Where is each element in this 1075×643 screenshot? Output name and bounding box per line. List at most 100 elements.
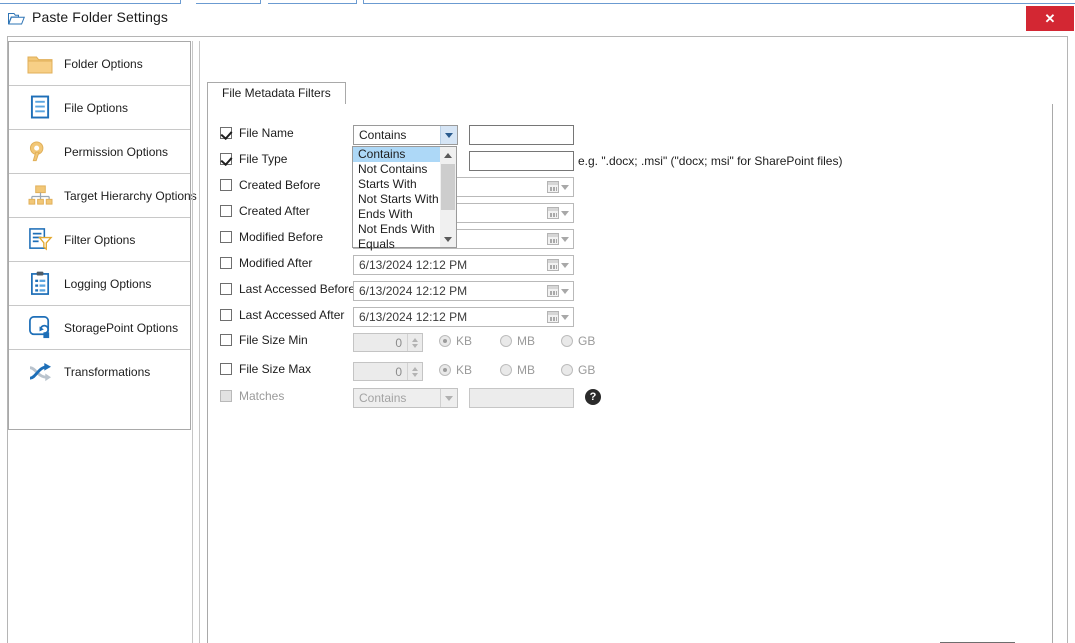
calendar-icon	[547, 285, 559, 297]
folder-icon	[23, 53, 57, 75]
filter-label: Modified Before	[239, 230, 323, 244]
spinner-buttons[interactable]	[407, 363, 422, 380]
unit-radio-group-max: KB MB GB	[439, 363, 595, 377]
filter-label: File Type	[239, 152, 287, 166]
checkbox-file-name[interactable]: File Name	[220, 126, 294, 140]
radio-label: KB	[456, 334, 472, 348]
dropdown-scrollbar[interactable]	[440, 147, 456, 247]
radio-gb-max[interactable]: GB	[561, 363, 595, 377]
spinner-buttons[interactable]	[407, 334, 422, 351]
date-picker-last-accessed-before[interactable]: 6/13/2024 12:12 PM	[353, 281, 574, 301]
calendar-dropdown-button[interactable]	[543, 204, 573, 222]
sidebar-item-transformations[interactable]: Transformations	[9, 350, 190, 394]
chevron-up-icon	[444, 153, 452, 158]
spinner-down-icon	[412, 373, 418, 377]
calendar-icon	[547, 181, 559, 193]
sidebar-item-label: Folder Options	[57, 57, 143, 71]
storagepoint-icon	[23, 315, 57, 340]
sidebar-item-filter-options[interactable]: Filter Options	[9, 218, 190, 262]
radio-label: MB	[517, 334, 535, 348]
spinner-file-size-max[interactable]: 0	[353, 362, 423, 381]
scroll-down-button[interactable]	[440, 231, 456, 247]
folder-open-icon	[8, 11, 25, 26]
title-bar: Paste Folder Settings ✕	[0, 5, 1075, 32]
close-icon: ✕	[1045, 12, 1056, 25]
checkbox-file-type[interactable]: File Type	[220, 152, 287, 166]
calendar-dropdown-button[interactable]	[543, 308, 573, 326]
calendar-dropdown-button[interactable]	[543, 178, 573, 196]
radio-mb-max[interactable]: MB	[500, 363, 535, 377]
sidebar-item-logging-options[interactable]: Logging Options	[9, 262, 190, 306]
checkbox-box	[220, 205, 232, 217]
checkbox-matches: Matches	[220, 389, 284, 403]
calendar-dropdown-button[interactable]	[543, 282, 573, 300]
checkbox-modified-after[interactable]: Modified After	[220, 256, 312, 270]
value-input-file-name[interactable]	[469, 125, 574, 145]
calendar-icon	[547, 233, 559, 245]
calendar-icon	[547, 259, 559, 271]
sidebar-item-permission-options[interactable]: Permission Options	[9, 130, 190, 174]
chevron-down-icon	[440, 389, 457, 407]
scrollbar-thumb[interactable]	[441, 164, 455, 210]
filter-label: File Name	[239, 126, 294, 140]
filter-label: Modified After	[239, 256, 312, 270]
calendar-dropdown-button[interactable]	[543, 256, 573, 274]
filter-label: File Size Max	[239, 362, 311, 376]
spinner-up-icon	[412, 338, 418, 342]
date-value: 6/13/2024 12:12 PM	[354, 284, 543, 298]
tab-file-metadata-filters[interactable]: File Metadata Filters	[207, 82, 346, 105]
radio-gb-min[interactable]: GB	[561, 334, 595, 348]
unit-radio-group-min: KB MB GB	[439, 334, 595, 348]
checkbox-file-size-min[interactable]: File Size Min	[220, 333, 308, 347]
radio-kb-min[interactable]: KB	[439, 334, 472, 348]
checkbox-last-accessed-after[interactable]: Last Accessed After	[220, 308, 344, 322]
file-lines-icon	[23, 95, 57, 120]
date-picker-modified-after[interactable]: 6/13/2024 12:12 PM	[353, 255, 574, 275]
checkbox-box	[220, 153, 232, 165]
checkbox-created-before[interactable]: Created Before	[220, 178, 320, 192]
file-metadata-filters-panel: File Name Contains File Type e.g. "	[207, 104, 1053, 643]
spinner-file-size-min[interactable]: 0	[353, 333, 423, 352]
options-sidebar: Folder Options File Options	[8, 41, 191, 430]
file-type-hint: e.g. ".docx; .msi" ("docx; msi" for Shar…	[578, 154, 842, 168]
date-value: 6/13/2024 12:12 PM	[354, 310, 543, 324]
sidebar-item-label: Filter Options	[57, 233, 135, 247]
radio-label: GB	[578, 334, 595, 348]
radio-kb-max[interactable]: KB	[439, 363, 472, 377]
sidebar-item-folder-options[interactable]: Folder Options	[9, 42, 190, 86]
operator-value: Contains	[354, 128, 440, 142]
checkbox-box	[220, 334, 232, 346]
radio-dot	[500, 364, 512, 376]
close-button[interactable]: ✕	[1026, 6, 1074, 31]
date-picker-last-accessed-after[interactable]: 6/13/2024 12:12 PM	[353, 307, 574, 327]
operator-dropdown-list[interactable]: Contains Not Contains Starts With Not St…	[352, 146, 457, 248]
checkbox-last-accessed-before[interactable]: Last Accessed Before	[220, 282, 355, 296]
value-input-file-type[interactable]	[469, 151, 574, 171]
checkbox-box	[220, 283, 232, 295]
sidebar-item-file-options[interactable]: File Options	[9, 86, 190, 130]
help-icon[interactable]: ?	[585, 389, 601, 405]
radio-mb-min[interactable]: MB	[500, 334, 535, 348]
checkbox-modified-before[interactable]: Modified Before	[220, 230, 323, 244]
spinner-value: 0	[354, 336, 407, 350]
dialog-body: Folder Options File Options	[0, 32, 1075, 643]
filter-label: Created Before	[239, 178, 320, 192]
checkbox-created-after[interactable]: Created After	[220, 204, 310, 218]
sidebar-item-label: StoragePoint Options	[57, 321, 178, 335]
calendar-dropdown-button[interactable]	[543, 230, 573, 248]
operator-combo-file-name[interactable]: Contains	[353, 125, 458, 145]
sidebar-item-target-hierarchy-options[interactable]: Target Hierarchy Options	[9, 174, 190, 218]
chevron-down-icon	[444, 237, 452, 242]
window-title: Paste Folder Settings	[32, 9, 168, 25]
scroll-up-button[interactable]	[440, 147, 456, 163]
calendar-icon	[547, 207, 559, 219]
checkbox-file-size-max[interactable]: File Size Max	[220, 362, 311, 376]
filter-label: Matches	[239, 389, 284, 403]
radio-dot	[439, 364, 451, 376]
sidebar-item-storagepoint-options[interactable]: StoragePoint Options	[9, 306, 190, 350]
filter-label: Created After	[239, 204, 310, 218]
checkbox-box	[220, 309, 232, 321]
clipboard-icon	[23, 271, 57, 296]
chevron-down-icon	[440, 126, 457, 144]
tab-label: File Metadata Filters	[222, 86, 331, 100]
